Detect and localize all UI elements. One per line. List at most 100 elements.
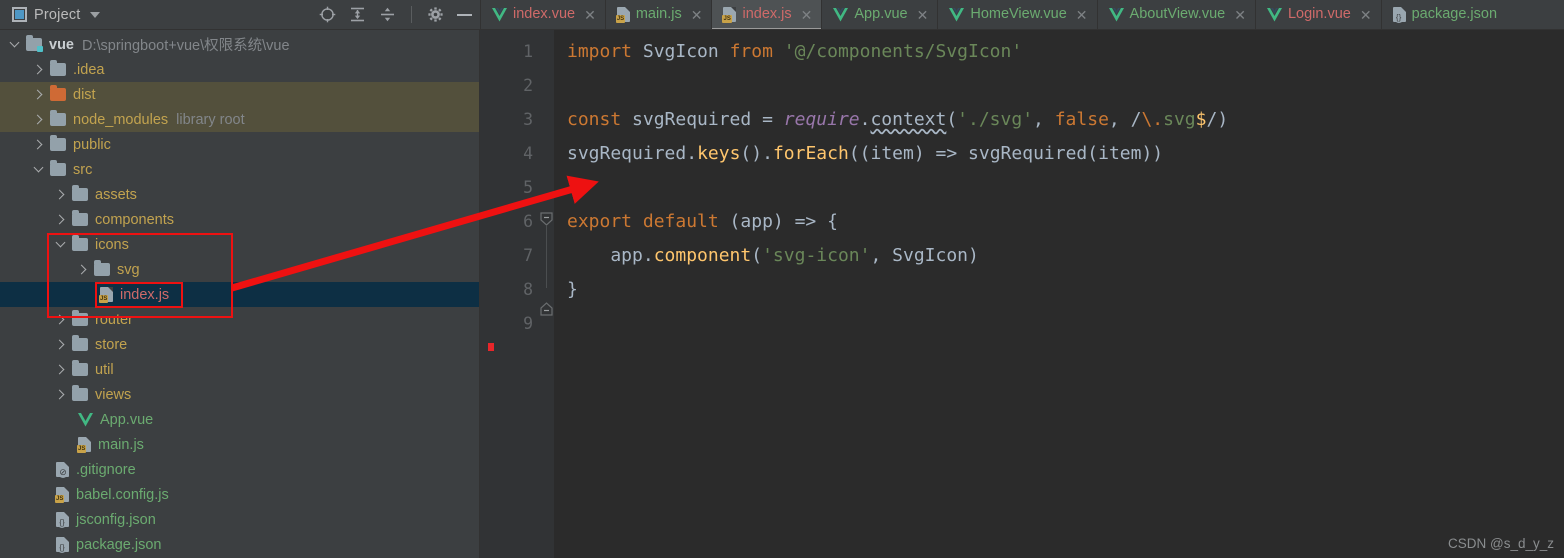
chevron-right-icon[interactable] — [56, 389, 67, 400]
tree-row-gitignore[interactable]: ⊘ .gitignore — [0, 457, 479, 482]
tab-main-js[interactable]: JS main.js ✕ — [604, 0, 712, 29]
expand-all-icon[interactable] — [349, 6, 366, 23]
tree-item-note: library root — [176, 111, 245, 128]
project-tree[interactable]: vue D:\springboot+vue\权限系统\vue .idea dis… — [0, 30, 480, 558]
settings-gear-icon[interactable] — [427, 6, 444, 23]
code-line-7: app.component('svg-icon', SvgIcon) — [567, 245, 979, 266]
fold-end-icon[interactable] — [540, 302, 553, 316]
tree-row-components[interactable]: components — [0, 207, 479, 232]
tab-login-vue[interactable]: Login.vue ✕ — [1254, 0, 1381, 29]
chevron-down-icon[interactable] — [56, 239, 67, 250]
js-file-icon: JS — [722, 7, 737, 23]
tab-label: AboutView.vue — [1129, 6, 1226, 23]
tree-item-label: node_modules — [73, 111, 169, 128]
chevron-right-icon[interactable] — [56, 189, 67, 200]
close-icon[interactable]: ✕ — [691, 8, 703, 22]
tree-row-public[interactable]: public — [0, 132, 479, 157]
chevron-right-icon[interactable] — [78, 264, 89, 275]
code-line-4: svgRequired.keys().forEach((item) => svg… — [567, 143, 1164, 164]
tab-homeview-vue[interactable]: HomeView.vue ✕ — [937, 0, 1096, 29]
tab-app-vue[interactable]: App.vue ✕ — [821, 0, 937, 29]
line-number: 3 — [523, 110, 533, 129]
folder-icon — [72, 385, 88, 401]
tree-row-root[interactable]: vue D:\springboot+vue\权限系统\vue — [0, 32, 479, 57]
folder-excluded-icon — [50, 85, 66, 101]
tree-item-label: babel.config.js — [76, 486, 169, 503]
tree-row-icons[interactable]: icons — [0, 232, 479, 257]
tree-row-package-json[interactable]: {} package.json — [0, 532, 479, 557]
tree-row-main-js[interactable]: JS main.js — [0, 432, 479, 457]
chevron-right-icon[interactable] — [56, 364, 67, 375]
tree-row-idea[interactable]: .idea — [0, 57, 479, 82]
locate-icon[interactable] — [319, 6, 336, 23]
chevron-right-icon[interactable] — [34, 89, 45, 100]
folder-icon — [50, 60, 66, 76]
tree-item-label: util — [95, 361, 114, 378]
json-file-icon: {} — [56, 537, 69, 553]
tree-row-svg[interactable]: svg — [0, 257, 479, 282]
close-icon[interactable]: ✕ — [584, 8, 596, 22]
close-icon[interactable]: ✕ — [1360, 8, 1372, 22]
line-number: 7 — [523, 246, 533, 265]
vue-file-icon — [492, 7, 507, 22]
chevron-right-icon[interactable] — [34, 139, 45, 150]
tree-row-index-js[interactable]: JS index.js — [0, 282, 479, 307]
chevron-right-icon[interactable] — [34, 114, 45, 125]
chevron-down-icon[interactable] — [10, 39, 21, 50]
chevron-right-icon[interactable] — [56, 314, 67, 325]
chevron-right-icon[interactable] — [56, 214, 67, 225]
code-text-area[interactable]: import SvgIcon from '@/components/SvgIco… — [554, 30, 1564, 558]
chevron-right-icon[interactable] — [34, 64, 45, 75]
main-body: vue D:\springboot+vue\权限系统\vue .idea dis… — [0, 30, 1564, 558]
tree-item-label: main.js — [98, 436, 144, 453]
tree-row-app-vue[interactable]: App.vue — [0, 407, 479, 432]
line-number: 8 — [523, 280, 533, 299]
tree-row-dist[interactable]: dist — [0, 82, 479, 107]
tree-row-jsconfig-json[interactable]: {} jsconfig.json — [0, 507, 479, 532]
error-marker-icon[interactable] — [488, 343, 494, 351]
tree-item-label: src — [73, 161, 93, 178]
tab-index-vue[interactable]: index.vue ✕ — [480, 0, 605, 29]
chevron-right-icon[interactable] — [56, 339, 67, 350]
tree-item-label: .gitignore — [76, 461, 136, 478]
vue-file-icon — [949, 7, 965, 22]
close-icon[interactable]: ✕ — [801, 8, 813, 22]
tree-row-babel-config-js[interactable]: JS babel.config.js — [0, 482, 479, 507]
tree-item-label: assets — [95, 186, 137, 203]
chevron-down-icon[interactable] — [34, 164, 45, 175]
hide-panel-icon[interactable] — [457, 13, 472, 16]
tree-item-label: index.js — [120, 286, 170, 303]
vue-file-icon — [833, 7, 849, 22]
tree-row-util[interactable]: util — [0, 357, 479, 382]
tree-row-store[interactable]: store — [0, 332, 479, 357]
folder-source-icon — [50, 160, 66, 176]
close-icon[interactable]: ✕ — [1234, 8, 1246, 22]
tab-label: App.vue — [854, 6, 908, 23]
tree-row-views[interactable]: views — [0, 382, 479, 407]
tree-item-label: package.json — [76, 536, 162, 553]
code-editor[interactable]: 1 2 3 4 5 6 7 8 9 import SvgIcon from '@… — [480, 30, 1564, 558]
tree-row-src[interactable]: src — [0, 157, 479, 182]
folder-icon — [72, 185, 88, 201]
tree-row-node-modules[interactable]: node_modules library root — [0, 107, 479, 132]
tree-row-router[interactable]: router — [0, 307, 479, 332]
code-folding-gutter[interactable] — [540, 30, 554, 558]
close-icon[interactable]: ✕ — [917, 8, 929, 22]
fold-collapse-icon[interactable] — [540, 212, 553, 226]
tab-index-js[interactable]: JS index.js ✕ — [711, 0, 822, 29]
folder-icon — [72, 360, 88, 376]
collapse-all-icon[interactable] — [379, 6, 396, 23]
code-line-8: } — [567, 279, 578, 300]
chevron-down-icon[interactable] — [89, 11, 100, 18]
tree-item-label: icons — [95, 236, 129, 253]
tab-aboutview-vue[interactable]: AboutView.vue ✕ — [1096, 0, 1255, 29]
tree-row-assets[interactable]: assets — [0, 182, 479, 207]
ide-window: Project index.vue ✕ JS main.js ✕ JS inde… — [0, 0, 1564, 558]
line-number-gutter: 1 2 3 4 5 6 7 8 9 — [480, 30, 540, 558]
tree-item-label: App.vue — [100, 411, 154, 428]
close-icon[interactable]: ✕ — [1076, 8, 1088, 22]
tab-package-json[interactable]: {} package.json — [1380, 0, 1506, 29]
tree-item-path: D:\springboot+vue\权限系统\vue — [82, 38, 290, 54]
